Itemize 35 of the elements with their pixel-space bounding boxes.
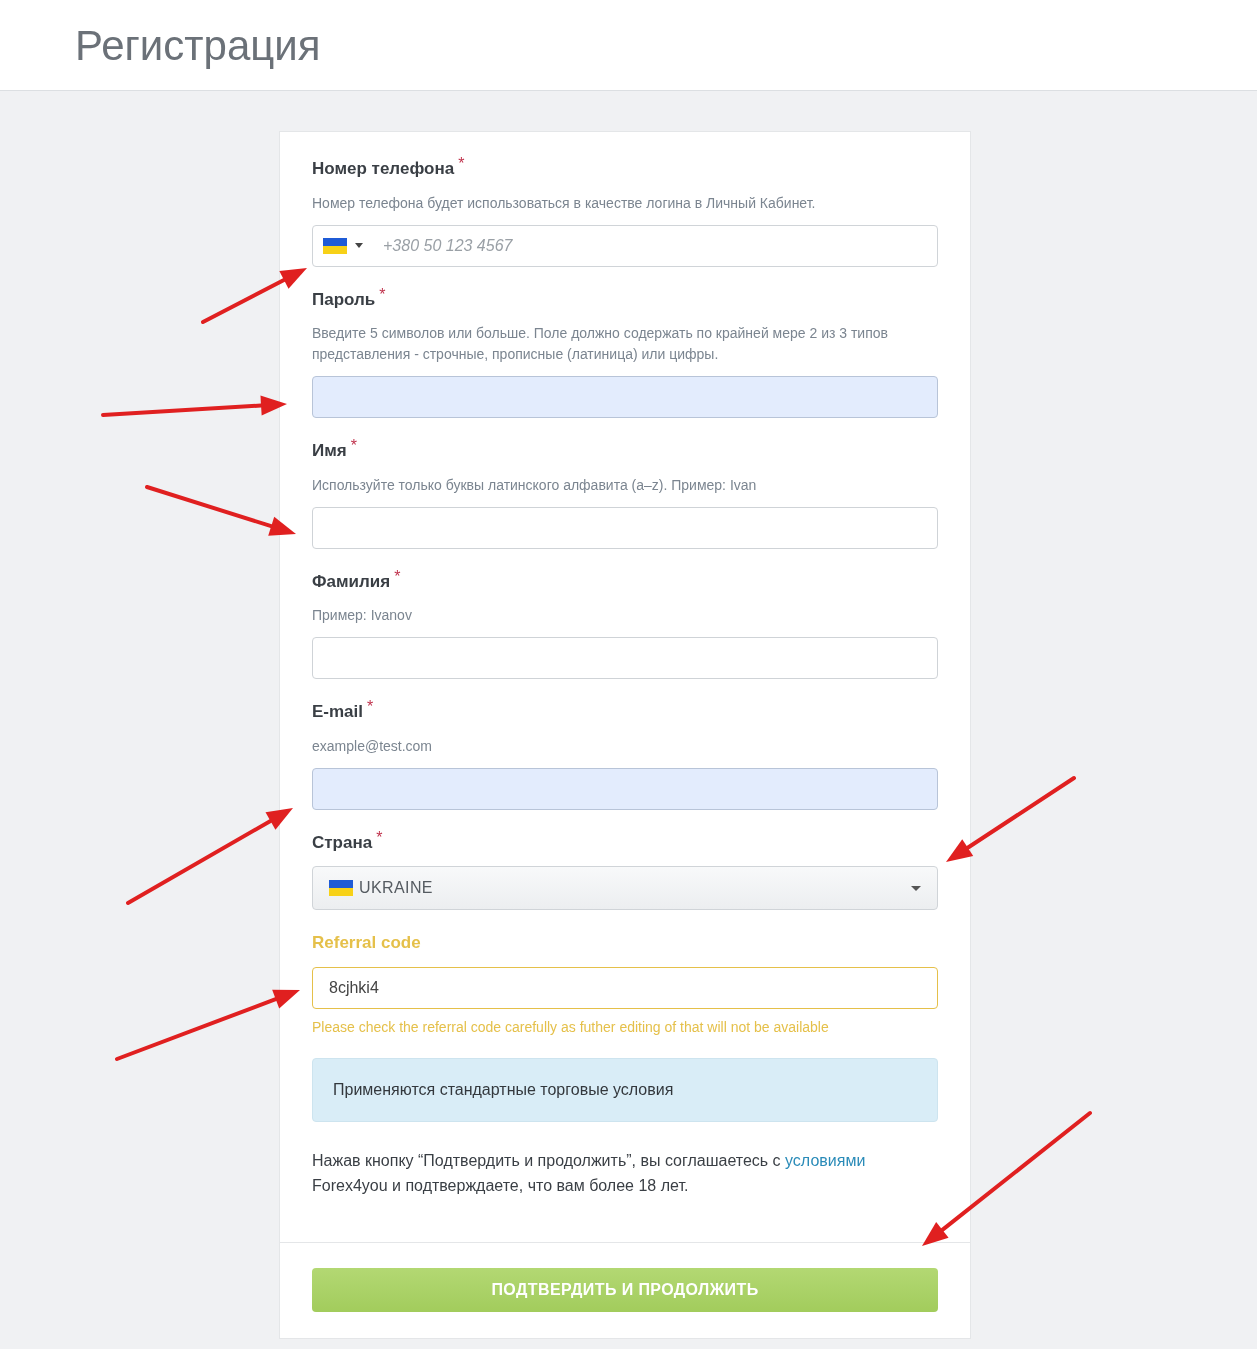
agreement-text: Нажав кнопку “Подтвердить и продолжить”, вы соглашаетесь с условиями Forex4you и подтверждаете, что вам более 18 лет. <box>312 1150 867 1196</box>
caret-icon <box>911 885 921 891</box>
country-select[interactable]: UKRAINE <box>312 866 938 910</box>
terms-link[interactable]: условиями <box>785 1151 866 1169</box>
caret-icon[interactable] <box>355 243 363 248</box>
field-hint: Используйте только буквы латинского алфавита (a–z). Пример: Ivan <box>312 475 758 495</box>
required-mark: * <box>379 286 386 303</box>
input-field[interactable] <box>312 506 938 549</box>
input-field[interactable] <box>312 767 938 810</box>
notice-text: Применяются стандартные торговые условия <box>333 1079 674 1100</box>
required-mark: * <box>350 438 357 454</box>
phone-input[interactable]: +380 50 123 4567 <box>383 233 927 258</box>
input-field[interactable] <box>312 376 938 418</box>
warning-text: Please check the referral code carefully as futher editing of that will not be available <box>312 1017 830 1037</box>
required-mark: * <box>376 829 383 846</box>
input-field[interactable]: 8cjhki4 <box>312 966 938 1009</box>
field-hint: example@test.com <box>312 736 434 756</box>
field-label: Имя <box>312 440 347 462</box>
page-title: Регистрация <box>75 20 321 71</box>
field-label: Страна <box>312 831 373 854</box>
phone-field[interactable]: +380 50 123 4567 <box>312 224 938 267</box>
required-mark: * <box>394 568 401 585</box>
required-mark: * <box>367 699 374 715</box>
field-label: Referral code <box>312 932 421 954</box>
flag-icon <box>323 237 347 254</box>
input-field[interactable] <box>312 637 938 679</box>
field-label: E-mail <box>312 701 364 723</box>
field-hint: Пример: Ivanov <box>312 606 413 625</box>
field-hint: Номер телефона будет использоваться в качестве логина в Личный Кабинет. <box>312 193 817 213</box>
field-label: Номер телефона <box>312 158 455 180</box>
required-mark: * <box>458 156 465 172</box>
field-label: Фамилия <box>312 570 391 593</box>
field-label: Пароль <box>312 288 376 311</box>
flag-icon <box>329 880 353 896</box>
field-hint: Введите 5 символов или больше. Поле должно содержать по крайней мере 2 из 3 типов представления - строчные, прописные (латиница) или цифры. <box>312 324 889 364</box>
